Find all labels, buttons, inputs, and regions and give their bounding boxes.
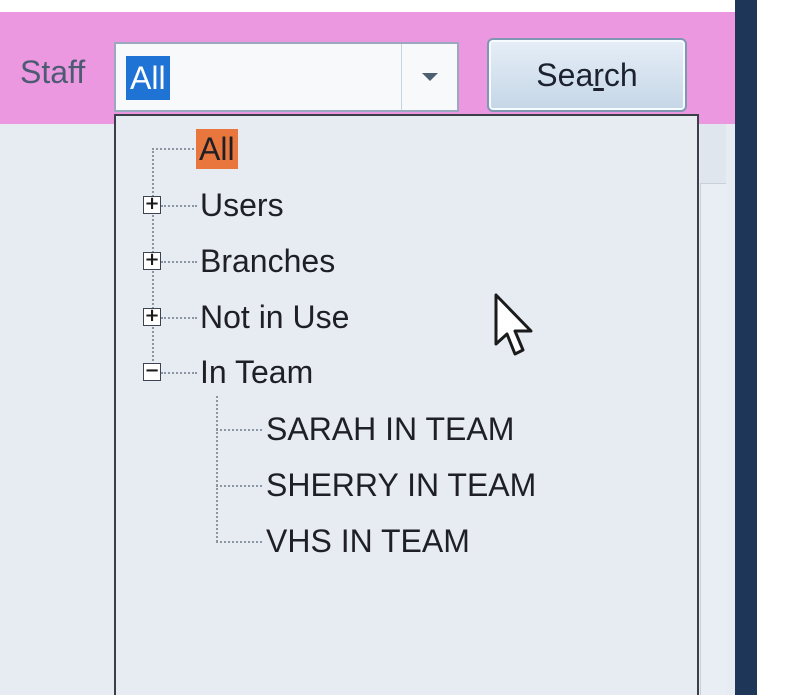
tree-node-branches[interactable]: Branches xyxy=(200,241,335,281)
tree-connector xyxy=(161,261,197,263)
search-button-mnemonic: r xyxy=(593,57,604,93)
tree-connector xyxy=(161,372,197,374)
tree-connector xyxy=(161,205,197,207)
outside-area xyxy=(757,0,800,695)
tree-connector xyxy=(216,485,262,487)
background-scrollbar xyxy=(700,124,726,695)
staff-combobox-value[interactable]: All xyxy=(126,56,170,100)
tree-connector xyxy=(161,317,197,319)
expand-icon[interactable]: + xyxy=(143,251,161,270)
tree-node-in-team[interactable]: In Team xyxy=(200,352,313,392)
window-frame-border xyxy=(735,0,757,695)
search-button[interactable]: Search xyxy=(487,38,687,112)
expand-icon[interactable]: + xyxy=(143,307,161,326)
background-scrollbar-top xyxy=(700,124,726,184)
tree-connector xyxy=(216,541,262,543)
collapse-icon[interactable]: − xyxy=(143,362,161,381)
tree-node-sherry-in-team[interactable]: SHERRY IN TEAM xyxy=(266,465,536,505)
tree-node-users[interactable]: Users xyxy=(200,185,284,225)
search-button-label-start: Sea xyxy=(536,57,594,93)
tree-connector xyxy=(152,148,198,150)
staff-label: Staff xyxy=(20,54,86,90)
tree-node-all[interactable]: All xyxy=(196,129,238,169)
chevron-down-icon[interactable] xyxy=(401,44,457,110)
tree-node-not-in-use[interactable]: Not in Use xyxy=(200,297,349,337)
tree-node-sarah-in-team[interactable]: SARAH IN TEAM xyxy=(266,409,514,449)
search-button-label-end: ch xyxy=(603,57,638,93)
tree-connector xyxy=(216,396,218,542)
top-margin xyxy=(0,0,735,12)
tree-connector xyxy=(216,429,262,431)
tree-node-vhs-in-team[interactable]: VHS IN TEAM xyxy=(266,521,470,561)
staff-combobox[interactable]: All xyxy=(114,42,459,112)
expand-icon[interactable]: + xyxy=(143,195,161,214)
mouse-pointer-icon xyxy=(494,293,533,356)
